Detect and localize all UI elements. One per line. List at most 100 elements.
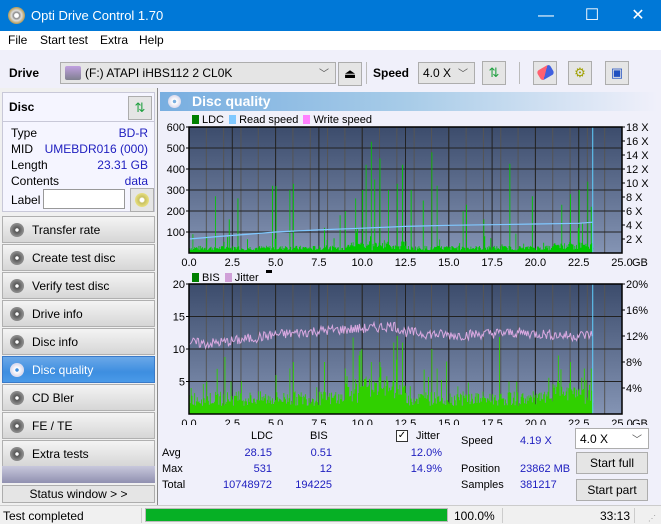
settings-button[interactable]: ⚙ xyxy=(568,61,592,85)
refresh-button[interactable]: ⇅ xyxy=(482,61,506,85)
menu-start-test[interactable]: Start test xyxy=(40,33,88,47)
x-tick-label: 0.0 xyxy=(181,418,196,425)
y2-tick-label: 14 X xyxy=(626,150,649,162)
y2-tick-label: 12% xyxy=(626,331,648,343)
divider xyxy=(502,508,503,523)
test-speed-select[interactable]: 4.0 X ﹀ xyxy=(575,428,649,449)
x-tick-label: 17.5 xyxy=(481,257,502,269)
save-icon: ▣ xyxy=(610,65,624,80)
jitter-checkbox[interactable]: ✓ xyxy=(396,430,408,442)
x-tick-label: 20.0 xyxy=(525,257,546,269)
x-tick-label: 12.5 xyxy=(395,257,416,269)
progress-label: 100.0% xyxy=(454,509,495,523)
y2-tick-label: 2 X xyxy=(626,234,643,246)
status-text: Test completed xyxy=(3,509,84,523)
y2-tick-label: 12 X xyxy=(626,164,649,176)
disc-icon xyxy=(10,223,24,237)
disc-icon xyxy=(10,251,24,265)
menu-extra[interactable]: Extra xyxy=(100,33,128,47)
contents-label: Contents xyxy=(11,174,60,188)
jitter-label: Jitter xyxy=(416,430,440,442)
bis-header: BIS xyxy=(310,430,328,442)
resize-grip-icon[interactable]: ⋰ xyxy=(648,514,656,523)
samples-label: Samples xyxy=(461,479,504,491)
maximize-button[interactable]: ☐ xyxy=(569,0,615,31)
length-label: Length xyxy=(11,158,48,172)
y-tick-label: 10 xyxy=(173,344,185,356)
x-tick-label: 25.0 xyxy=(611,257,632,269)
gears-icon: ⚙ xyxy=(574,65,586,80)
divider xyxy=(634,508,635,523)
menu-bar: File Start test Extra Help xyxy=(0,31,661,50)
x-tick-label: 17.5 xyxy=(481,418,502,425)
total-label: Total xyxy=(162,479,186,491)
status-window-button[interactable]: Status window > > xyxy=(2,485,155,503)
disc-refresh-button[interactable]: ⇅ xyxy=(128,96,152,120)
type-label: Type xyxy=(11,126,38,140)
disc-icon xyxy=(10,391,24,405)
disc-icon xyxy=(10,307,24,321)
x-tick-label: 15.0 xyxy=(438,257,459,269)
start-part-button[interactable]: Start part xyxy=(576,479,648,501)
ldc-total: 10748972 xyxy=(223,479,272,491)
y-tick-label: 200 xyxy=(167,206,185,218)
bis-chart: 5 10 15 20 4% 8% 12% 16% 20% 0.0 2.5 5.0 7.5 10.0 12.5… xyxy=(173,279,648,425)
y2-tick-label: 6 X xyxy=(626,206,643,218)
nav-transfer-rate[interactable]: Transfer rate xyxy=(2,216,155,243)
length-value: 23.31 GB xyxy=(97,158,148,172)
drive-select[interactable]: (F:) ATAPI iHBS112 2 CL0K ﹀ xyxy=(60,62,336,84)
position-value: 23862 MB xyxy=(520,463,571,475)
label-disc-button[interactable] xyxy=(130,188,154,212)
nav-verify-test-disc[interactable]: Verify test disc xyxy=(2,272,155,299)
disc-header: Disc xyxy=(9,100,35,114)
divider xyxy=(141,508,142,523)
nav-disc-info[interactable]: Disc info xyxy=(2,328,155,355)
speed-select[interactable]: 4.0 X ﹀ xyxy=(418,62,475,84)
label-input[interactable] xyxy=(43,189,125,209)
x-tick-label: 5.0 xyxy=(268,418,283,425)
erase-button[interactable] xyxy=(533,61,557,85)
nav-drive-info[interactable]: Drive info xyxy=(2,300,155,327)
x-tick-label: 2.5 xyxy=(225,257,240,269)
disc-icon xyxy=(10,279,24,293)
y2-tick-label: 10 X xyxy=(626,178,649,190)
chevron-down-icon: ﹀ xyxy=(319,69,329,80)
bis-avg: 0.51 xyxy=(310,447,332,459)
disc-icon xyxy=(135,193,149,207)
contents-value: data xyxy=(124,174,148,188)
charts-svg: 100 200 300 400 500 600 2 X 4 X 6 X 8 X 10 X 12 X 14… xyxy=(167,122,650,425)
x-tick-label: 10.0 xyxy=(351,418,372,425)
x-tick-label: 22.5 xyxy=(568,257,589,269)
menu-help[interactable]: Help xyxy=(139,33,164,47)
minimize-button[interactable]: — xyxy=(523,0,569,31)
nav-extra-tests[interactable]: Extra tests xyxy=(2,440,155,467)
nav-disc-quality[interactable]: Disc quality xyxy=(2,356,155,383)
app-disc-icon xyxy=(8,7,25,24)
x-tick-label: 22.5 xyxy=(568,418,589,425)
ldc-chart: 100 200 300 400 500 600 2 X 4 X 6 X 8 X 10 X 12 X 14… xyxy=(167,122,650,269)
nav-create-test-disc[interactable]: Create test disc xyxy=(2,244,155,271)
type-value: BD-R xyxy=(118,126,148,140)
x-tick-label: 25.0 xyxy=(611,418,632,425)
eject-button[interactable]: ⏏ xyxy=(338,62,362,86)
label-label: Label xyxy=(11,193,41,207)
ldc-avg: 28.15 xyxy=(244,447,272,459)
nav-fe-te[interactable]: FE / TE xyxy=(2,412,155,439)
drive-icon xyxy=(65,66,81,80)
save-button[interactable]: ▣ xyxy=(605,61,629,85)
panel-title: Disc quality xyxy=(192,93,271,109)
start-full-button[interactable]: Start full xyxy=(576,452,648,474)
close-button[interactable]: ✕ xyxy=(615,0,661,31)
speed-stat-value: 4.19 X xyxy=(520,435,552,447)
nav-filler xyxy=(2,466,155,483)
toolbar-divider xyxy=(519,62,520,84)
menu-file[interactable]: File xyxy=(8,33,27,47)
y2-tick-label: 8 X xyxy=(626,192,643,204)
elapsed-time: 33:13 xyxy=(599,509,630,523)
x-tick-label: 10.0 xyxy=(351,257,372,269)
ldc-header: LDC xyxy=(251,430,274,442)
y-tick-label: 600 xyxy=(167,122,185,134)
speed-stat-label: Speed xyxy=(461,435,493,447)
disc-icon xyxy=(10,447,24,461)
nav-cd-bler[interactable]: CD Bler xyxy=(2,384,155,411)
